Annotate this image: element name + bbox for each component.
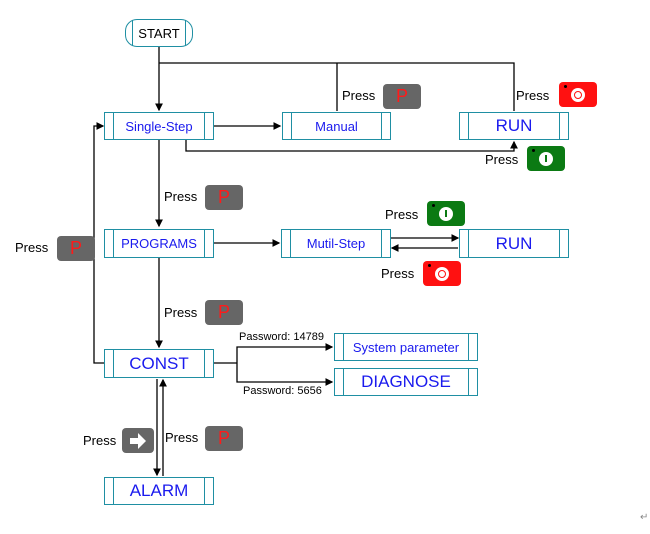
node-manual: Manual xyxy=(282,112,391,140)
press-label: Press xyxy=(385,207,419,222)
edge-single-run xyxy=(185,140,518,152)
edge-const-single xyxy=(93,122,105,364)
edge-const-diagnose xyxy=(236,363,334,386)
press-label: Press xyxy=(381,266,415,281)
press-label: Press xyxy=(342,88,376,103)
node-start: START xyxy=(125,19,193,47)
p-key-glyph: P xyxy=(217,428,230,448)
press-label: Press xyxy=(165,430,199,445)
password-system-label: Password: 14789 xyxy=(239,331,324,343)
node-run-mid: RUN xyxy=(459,229,569,258)
p-key-glyph: P xyxy=(217,187,230,207)
press-label: Press xyxy=(15,240,49,255)
edge-const-system xyxy=(236,343,334,363)
right-arrow-key-icon xyxy=(122,428,154,453)
node-single-step: Single-Step xyxy=(104,112,214,140)
p-key-icon: P xyxy=(205,300,243,325)
node-alarm: ALARM xyxy=(104,477,214,505)
press-label: Press xyxy=(83,433,117,448)
p-key-glyph: P xyxy=(217,302,230,322)
p-key-icon: P xyxy=(57,236,95,261)
connector-lines xyxy=(93,47,518,477)
stop-button-icon xyxy=(559,82,597,107)
node-diagnose: DIAGNOSE xyxy=(334,368,478,396)
stop-button-icon xyxy=(423,261,461,286)
press-label: Press xyxy=(516,88,550,103)
node-programs: PROGRAMS xyxy=(104,229,214,258)
p-key-icon: P xyxy=(205,426,243,451)
press-label: Press xyxy=(485,152,519,167)
p-key-glyph: P xyxy=(395,86,408,106)
press-label: Press xyxy=(164,305,198,320)
password-diagnose-label: Password: 5656 xyxy=(243,385,322,397)
press-label: Press xyxy=(164,189,198,204)
return-mark: ↵ xyxy=(640,512,649,523)
node-mutil-step: Mutil-Step xyxy=(281,229,391,258)
p-key-icon: P xyxy=(205,185,243,210)
node-run-top: RUN xyxy=(459,112,569,140)
start-button-icon xyxy=(427,201,465,226)
node-system-parameter: System parameter xyxy=(334,333,478,361)
p-key-glyph: P xyxy=(69,238,82,258)
node-const: CONST xyxy=(104,349,214,378)
start-button-icon xyxy=(527,146,565,171)
p-key-icon: P xyxy=(383,84,421,109)
